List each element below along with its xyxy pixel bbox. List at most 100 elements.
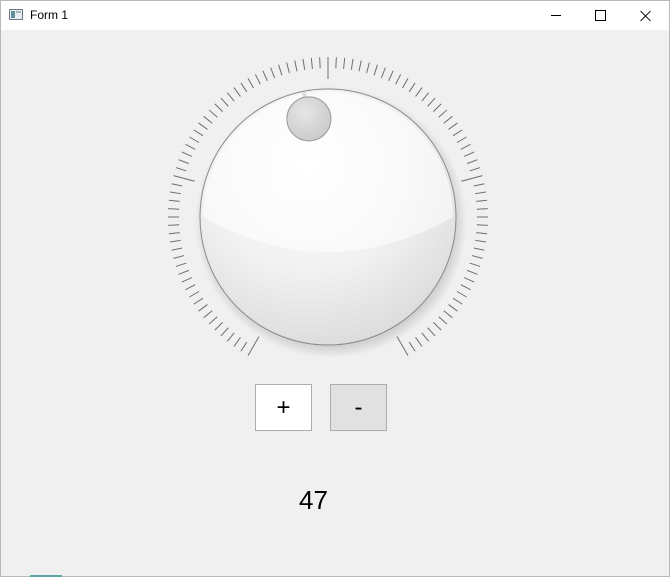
dial-minor-tick xyxy=(443,115,453,124)
dial-minor-tick xyxy=(214,322,223,331)
dial-minor-tick xyxy=(193,297,204,305)
dial-minor-tick xyxy=(476,208,488,210)
dial-minor-tick xyxy=(310,57,313,69)
dial-minor-tick xyxy=(270,67,276,79)
dial-minor-tick xyxy=(443,310,453,319)
dial-minor-tick xyxy=(395,74,402,85)
dial-minor-tick xyxy=(198,304,208,312)
dial-minor-tick xyxy=(475,239,487,243)
dial-minor-tick xyxy=(169,191,181,195)
dial-minor-tick xyxy=(302,58,306,70)
dial-minor-tick xyxy=(469,167,481,172)
dial-minor-tick xyxy=(415,87,423,97)
dial-minor-tick xyxy=(189,291,200,298)
dial-minor-tick xyxy=(448,304,458,312)
dial-minor-tick xyxy=(254,74,261,85)
dial-major-tick xyxy=(247,336,260,356)
dial-minor-tick xyxy=(388,70,394,82)
dial-minor-tick xyxy=(278,64,283,76)
dial-minor-tick xyxy=(473,183,485,187)
dial-minor-tick xyxy=(198,122,208,130)
dial-minor-tick xyxy=(415,337,423,347)
dial-minor-tick xyxy=(168,199,180,202)
dial-minor-tick xyxy=(335,57,337,69)
dial-minor-tick xyxy=(438,316,448,325)
dial-minor-tick xyxy=(220,97,229,107)
dial-minor-tick xyxy=(427,97,436,107)
dial-minor-tick xyxy=(208,109,218,118)
dial-minor-tick xyxy=(240,341,248,352)
dial-minor-tick xyxy=(456,136,467,143)
dial-minor-tick xyxy=(233,87,241,97)
dial-major-tick xyxy=(461,175,483,182)
dial-minor-tick xyxy=(373,64,378,76)
dial-minor-tick xyxy=(438,109,448,118)
dial-minor-tick xyxy=(471,255,483,259)
dial-minor-tick xyxy=(380,67,386,79)
knob-pointer xyxy=(286,96,332,142)
dial-minor-tick xyxy=(178,269,190,275)
dial-minor-tick xyxy=(168,232,180,235)
form-window: Form 1 + - 47 xyxy=(0,0,670,577)
dial-minor-tick xyxy=(421,332,430,342)
dial-minor-tick xyxy=(185,284,196,291)
dial-minor-tick xyxy=(408,341,416,352)
rotary-knob[interactable] xyxy=(1,1,669,576)
dial-minor-tick xyxy=(452,129,463,137)
dial-minor-tick xyxy=(185,143,196,150)
dial-minor-tick xyxy=(214,103,223,112)
dial-minor-tick xyxy=(343,57,346,69)
dial-minor-tick xyxy=(294,60,298,72)
dial-minor-tick xyxy=(421,92,430,102)
dial-minor-tick xyxy=(203,310,213,319)
dial-minor-tick xyxy=(358,60,362,72)
dial-minor-tick xyxy=(168,224,180,226)
dial-minor-tick xyxy=(466,159,478,165)
dial-minor-tick xyxy=(433,322,442,331)
increment-button[interactable]: + xyxy=(255,384,312,431)
dial-minor-tick xyxy=(226,92,235,102)
dial-minor-tick xyxy=(193,129,204,137)
dial-minor-tick xyxy=(452,297,463,305)
dial-minor-tick xyxy=(226,332,235,342)
dial-minor-tick xyxy=(208,316,218,325)
dial-minor-tick xyxy=(366,62,370,74)
dial-minor-tick xyxy=(463,277,475,283)
dial-minor-tick xyxy=(181,151,193,157)
dial-minor-tick xyxy=(427,327,436,337)
dial-minor-tick xyxy=(178,159,190,165)
dial-minor-tick xyxy=(286,62,290,74)
dial-minor-tick xyxy=(181,277,193,283)
dial-minor-tick xyxy=(247,78,254,89)
dial-minor-tick xyxy=(476,199,488,202)
dial-minor-tick xyxy=(220,327,229,337)
dial-minor-tick xyxy=(460,143,471,150)
dial-minor-tick xyxy=(466,269,478,275)
decrement-button[interactable]: - xyxy=(330,384,387,431)
dial-minor-tick xyxy=(460,284,471,291)
dial-minor-tick xyxy=(240,82,248,93)
dial-minor-tick xyxy=(476,232,488,235)
dial-minor-tick xyxy=(350,58,354,70)
dial-minor-tick xyxy=(473,247,485,251)
dial-minor-tick xyxy=(171,247,183,251)
dial-minor-tick xyxy=(171,183,183,187)
dial-minor-tick xyxy=(173,255,185,259)
dial-minor-tick xyxy=(448,122,458,130)
value-readout: 47 xyxy=(299,485,328,515)
dial-minor-tick xyxy=(169,239,181,243)
dial-minor-tick xyxy=(469,262,481,267)
dial-minor-tick xyxy=(408,82,416,93)
dial-minor-tick xyxy=(203,115,213,124)
dial-minor-tick xyxy=(476,224,488,226)
dial-minor-tick xyxy=(475,191,487,195)
dial-minor-tick xyxy=(402,78,409,89)
dial-minor-tick xyxy=(233,337,241,347)
dial-minor-tick xyxy=(319,57,321,69)
dial-minor-tick xyxy=(262,70,268,82)
dial-minor-tick xyxy=(456,291,467,298)
dial-minor-tick xyxy=(175,262,187,267)
dial-major-tick xyxy=(173,175,195,182)
dial-minor-tick xyxy=(189,136,200,143)
dial-minor-tick xyxy=(463,151,475,157)
